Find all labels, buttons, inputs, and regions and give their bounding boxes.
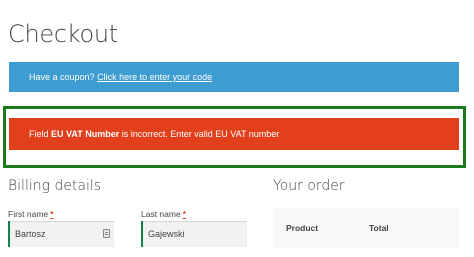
last-name-field[interactable]: Gajewski [141, 221, 247, 247]
first-name-value: Bartosz [15, 229, 46, 239]
column-header-product: Product [286, 223, 319, 233]
column-header-total: Total [369, 223, 389, 233]
coupon-notice: Have a coupon? Click here to enter your … [9, 62, 459, 92]
error-message: is incorrect. Enter valid EU VAT number [121, 129, 280, 139]
first-name-field[interactable]: Bartosz [8, 221, 114, 247]
enter-coupon-link[interactable]: Click here to enter your code [97, 72, 212, 82]
error-prefix: Field [29, 129, 49, 139]
autofill-icon[interactable] [103, 229, 110, 238]
checkout-page: Checkout Have a coupon? Click here to en… [0, 0, 474, 257]
first-name-label: First name * [8, 209, 53, 219]
billing-details-heading: Billing details [8, 178, 102, 194]
last-name-label-text: Last name [141, 209, 181, 219]
last-name-value: Gajewski [148, 229, 185, 239]
your-order-heading: Your order [273, 178, 345, 194]
error-field-name: EU VAT Number [51, 129, 120, 139]
error-notice: Field EU VAT Number is incorrect. Enter … [9, 118, 459, 150]
last-name-label: Last name * [141, 209, 186, 219]
coupon-prompt: Have a coupon? [29, 72, 95, 82]
required-marker: * [182, 209, 187, 219]
first-name-label-text: First name [8, 209, 49, 219]
required-marker: * [50, 209, 54, 219]
order-table: Product Total [273, 208, 459, 248]
page-title: Checkout [8, 20, 118, 48]
